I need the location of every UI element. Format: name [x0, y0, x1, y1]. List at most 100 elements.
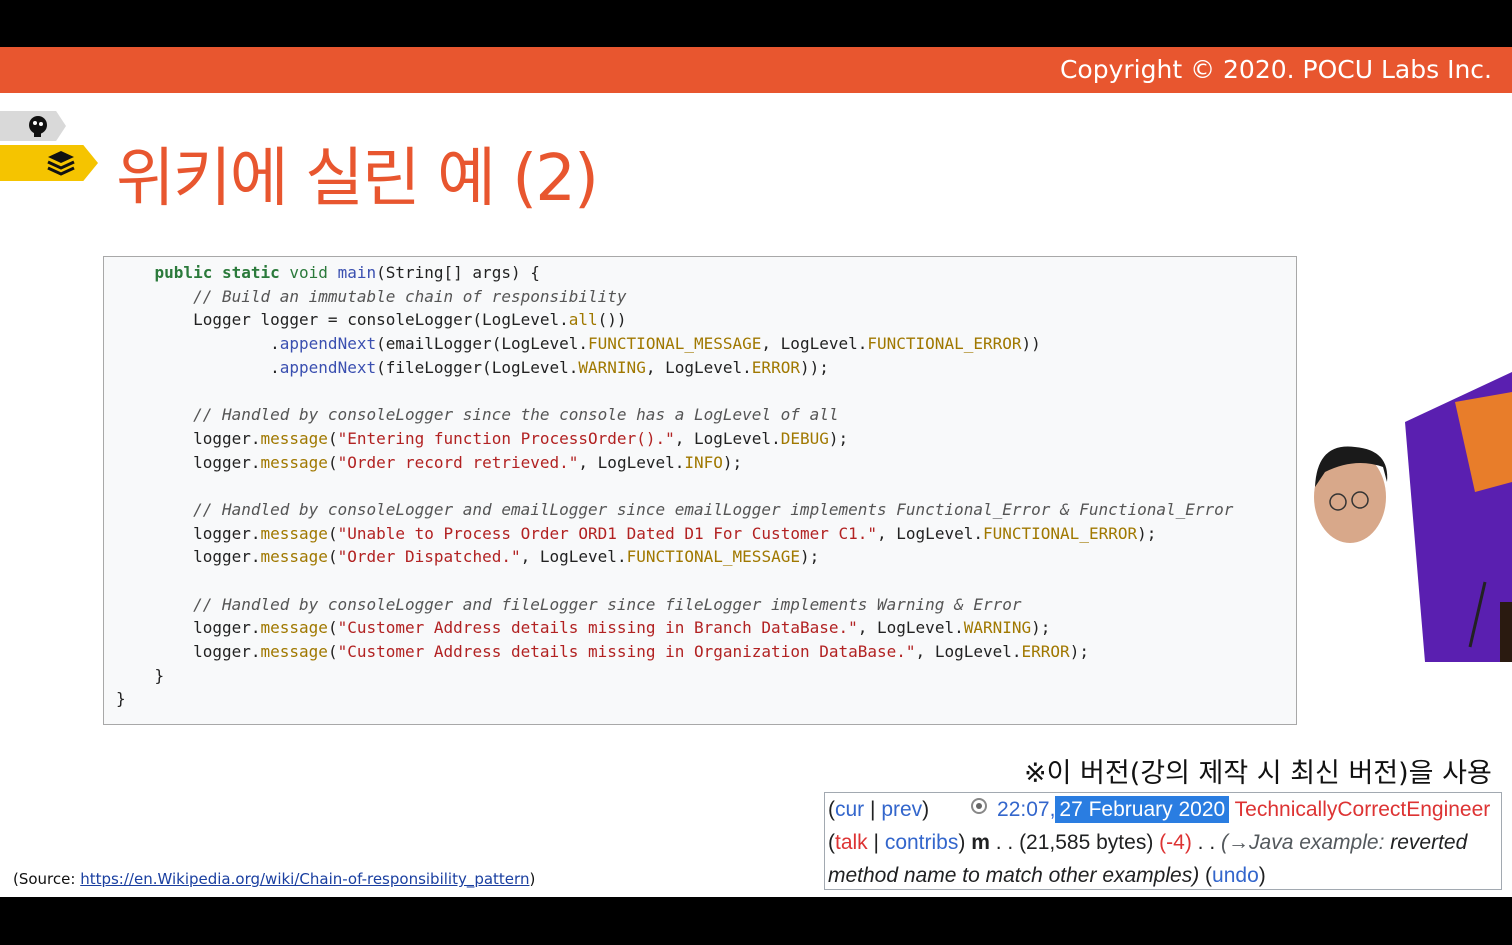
paren: (: [828, 798, 835, 821]
code-token: );: [1069, 642, 1089, 661]
code-token: .: [116, 334, 280, 354]
code-token: );: [722, 452, 743, 472]
code-line: logger.message("Order record retrieved."…: [116, 451, 1284, 475]
code-token: );: [1137, 523, 1157, 543]
revision-date-link[interactable]: 27 February 2020: [1055, 796, 1230, 823]
minor-edit-marker: m: [971, 831, 990, 854]
contribs-link[interactable]: contribs: [885, 831, 959, 854]
code-token: "Customer Address details missing in Org…: [337, 642, 916, 661]
code-line: logger.message("Order Dispatched.", LogL…: [116, 545, 1284, 569]
talk-link[interactable]: talk: [835, 831, 868, 854]
radio-button[interactable]: [971, 798, 988, 814]
version-note: ※이 버전(강의 제작 시 최신 버전)을 사용: [1024, 758, 1492, 789]
code-token: "Order record retrieved.": [337, 452, 579, 472]
code-token: , LogLevel.: [915, 642, 1022, 661]
code-token: }: [116, 689, 126, 709]
source-prefix: (Source:: [13, 870, 81, 888]
code-token: }: [116, 665, 165, 685]
code-line: logger.message("Customer Address details…: [116, 640, 1284, 664]
code-token: void: [289, 263, 338, 282]
separator: |: [867, 831, 885, 854]
code-line: }: [116, 687, 1284, 711]
revision-time[interactable]: 22:07,: [997, 798, 1055, 821]
code-token: logger.: [116, 618, 261, 638]
paren: ): [958, 831, 966, 854]
code-token: FUNCTIONAL_MESSAGE: [626, 547, 800, 567]
source-link[interactable]: https://en.Wikipedia.org/wiki/Chain-of-r…: [80, 870, 529, 888]
code-token: message: [260, 547, 328, 567]
presenter-video: [1314, 372, 1512, 662]
code-token: appendNext: [279, 357, 377, 377]
cur-link[interactable]: cur: [835, 798, 864, 821]
code-token: message: [260, 452, 328, 472]
code-token: appendNext: [279, 334, 377, 354]
code-line: // Build an immutable chain of responsib…: [116, 285, 1284, 309]
prev-link[interactable]: prev: [881, 798, 922, 821]
code-token: logger.: [116, 642, 261, 661]
code-token: );: [828, 428, 849, 448]
edit-summary-section[interactable]: (→Java example:: [1221, 831, 1390, 854]
paren: (: [828, 831, 835, 854]
code-token: , LogLevel.: [520, 547, 627, 567]
code-token: ERROR: [751, 357, 800, 377]
code-token: all: [568, 310, 598, 330]
byte-size: (21,585 bytes): [1019, 831, 1154, 854]
code-line: .appendNext(fileLogger(LogLevel.WARNING,…: [116, 356, 1284, 380]
header-bar: Copyright © 2020. POCU Labs Inc.: [0, 47, 1512, 93]
code-token: logger.: [116, 547, 261, 567]
brain-icon: [29, 116, 47, 137]
code-token: message: [260, 428, 328, 448]
code-token: );: [1031, 618, 1051, 638]
dots: . .: [1191, 831, 1222, 854]
code-token: "Order Dispatched.": [337, 547, 521, 567]
code-token: "Entering function ProcessOrder().": [337, 428, 675, 448]
code-token: WARNING: [578, 357, 646, 377]
edit-summary-text: reverted: [1390, 831, 1468, 854]
code-token: (: [327, 428, 338, 448]
revision-history-entry: (cur | prev) 22:07, 27 February 2020 Tech…: [824, 792, 1502, 890]
code-token: // Handled by consoleLogger and emailLog…: [193, 499, 1234, 519]
code-token: (: [327, 452, 338, 472]
code-line: // Handled by consoleLogger since the co…: [116, 403, 1284, 427]
code-line: // Handled by consoleLogger and emailLog…: [116, 498, 1284, 522]
code-token: (: [327, 523, 338, 543]
code-token: , LogLevel.: [578, 452, 685, 472]
paren: (: [1205, 864, 1213, 887]
code-token: message: [260, 523, 328, 543]
code-token: , LogLevel.: [877, 523, 983, 543]
user-link[interactable]: TechnicallyCorrectEngineer: [1235, 798, 1491, 821]
code-line: logger.message("Entering function Proces…: [116, 427, 1284, 451]
code-token: , LogLevel.: [645, 357, 752, 377]
source-suffix: ): [529, 870, 536, 888]
code-token: FUNCTIONAL_MESSAGE: [588, 334, 762, 354]
code-line: logger.message("Unable to Process Order …: [116, 522, 1284, 546]
code-token: logger.: [116, 523, 261, 543]
code-token: Logger logger = consoleLogger(LogLevel.: [116, 310, 569, 330]
code-token: message: [260, 618, 328, 638]
byte-diff: (-4): [1159, 831, 1192, 854]
code-token: , LogLevel.: [761, 334, 868, 354]
code-token: ()): [597, 310, 627, 330]
code-line: Logger logger = consoleLogger(LogLevel.a…: [116, 308, 1284, 332]
code-token: (String[] args) {: [376, 263, 540, 282]
slide: Copyright © 2020. POCU Labs Inc. 위키에 실린 …: [0, 47, 1512, 897]
page-title: 위키에 실린 예 (2): [116, 142, 599, 216]
undo-link[interactable]: undo: [1212, 864, 1259, 887]
code-token: FUNCTIONAL_ERROR: [867, 334, 1022, 354]
source-citation: (Source: https://en.Wikipedia.org/wiki/C…: [13, 870, 535, 888]
code-line: .appendNext(emailLogger(LogLevel.FUNCTIO…: [116, 332, 1284, 356]
code-token: ));: [799, 357, 829, 377]
code-token: main: [337, 263, 377, 282]
code-line: }: [116, 664, 1284, 688]
code-content: public static void main(String[] args) {…: [116, 261, 1284, 711]
code-token: (: [327, 642, 338, 661]
code-token: )): [1021, 334, 1041, 354]
code-token: logger.: [116, 452, 261, 472]
code-token: WARNING: [963, 618, 1032, 638]
code-token: // Handled by consoleLogger since the co…: [193, 405, 839, 425]
code-line: // Handled by consoleLogger and fileLogg…: [116, 593, 1284, 617]
